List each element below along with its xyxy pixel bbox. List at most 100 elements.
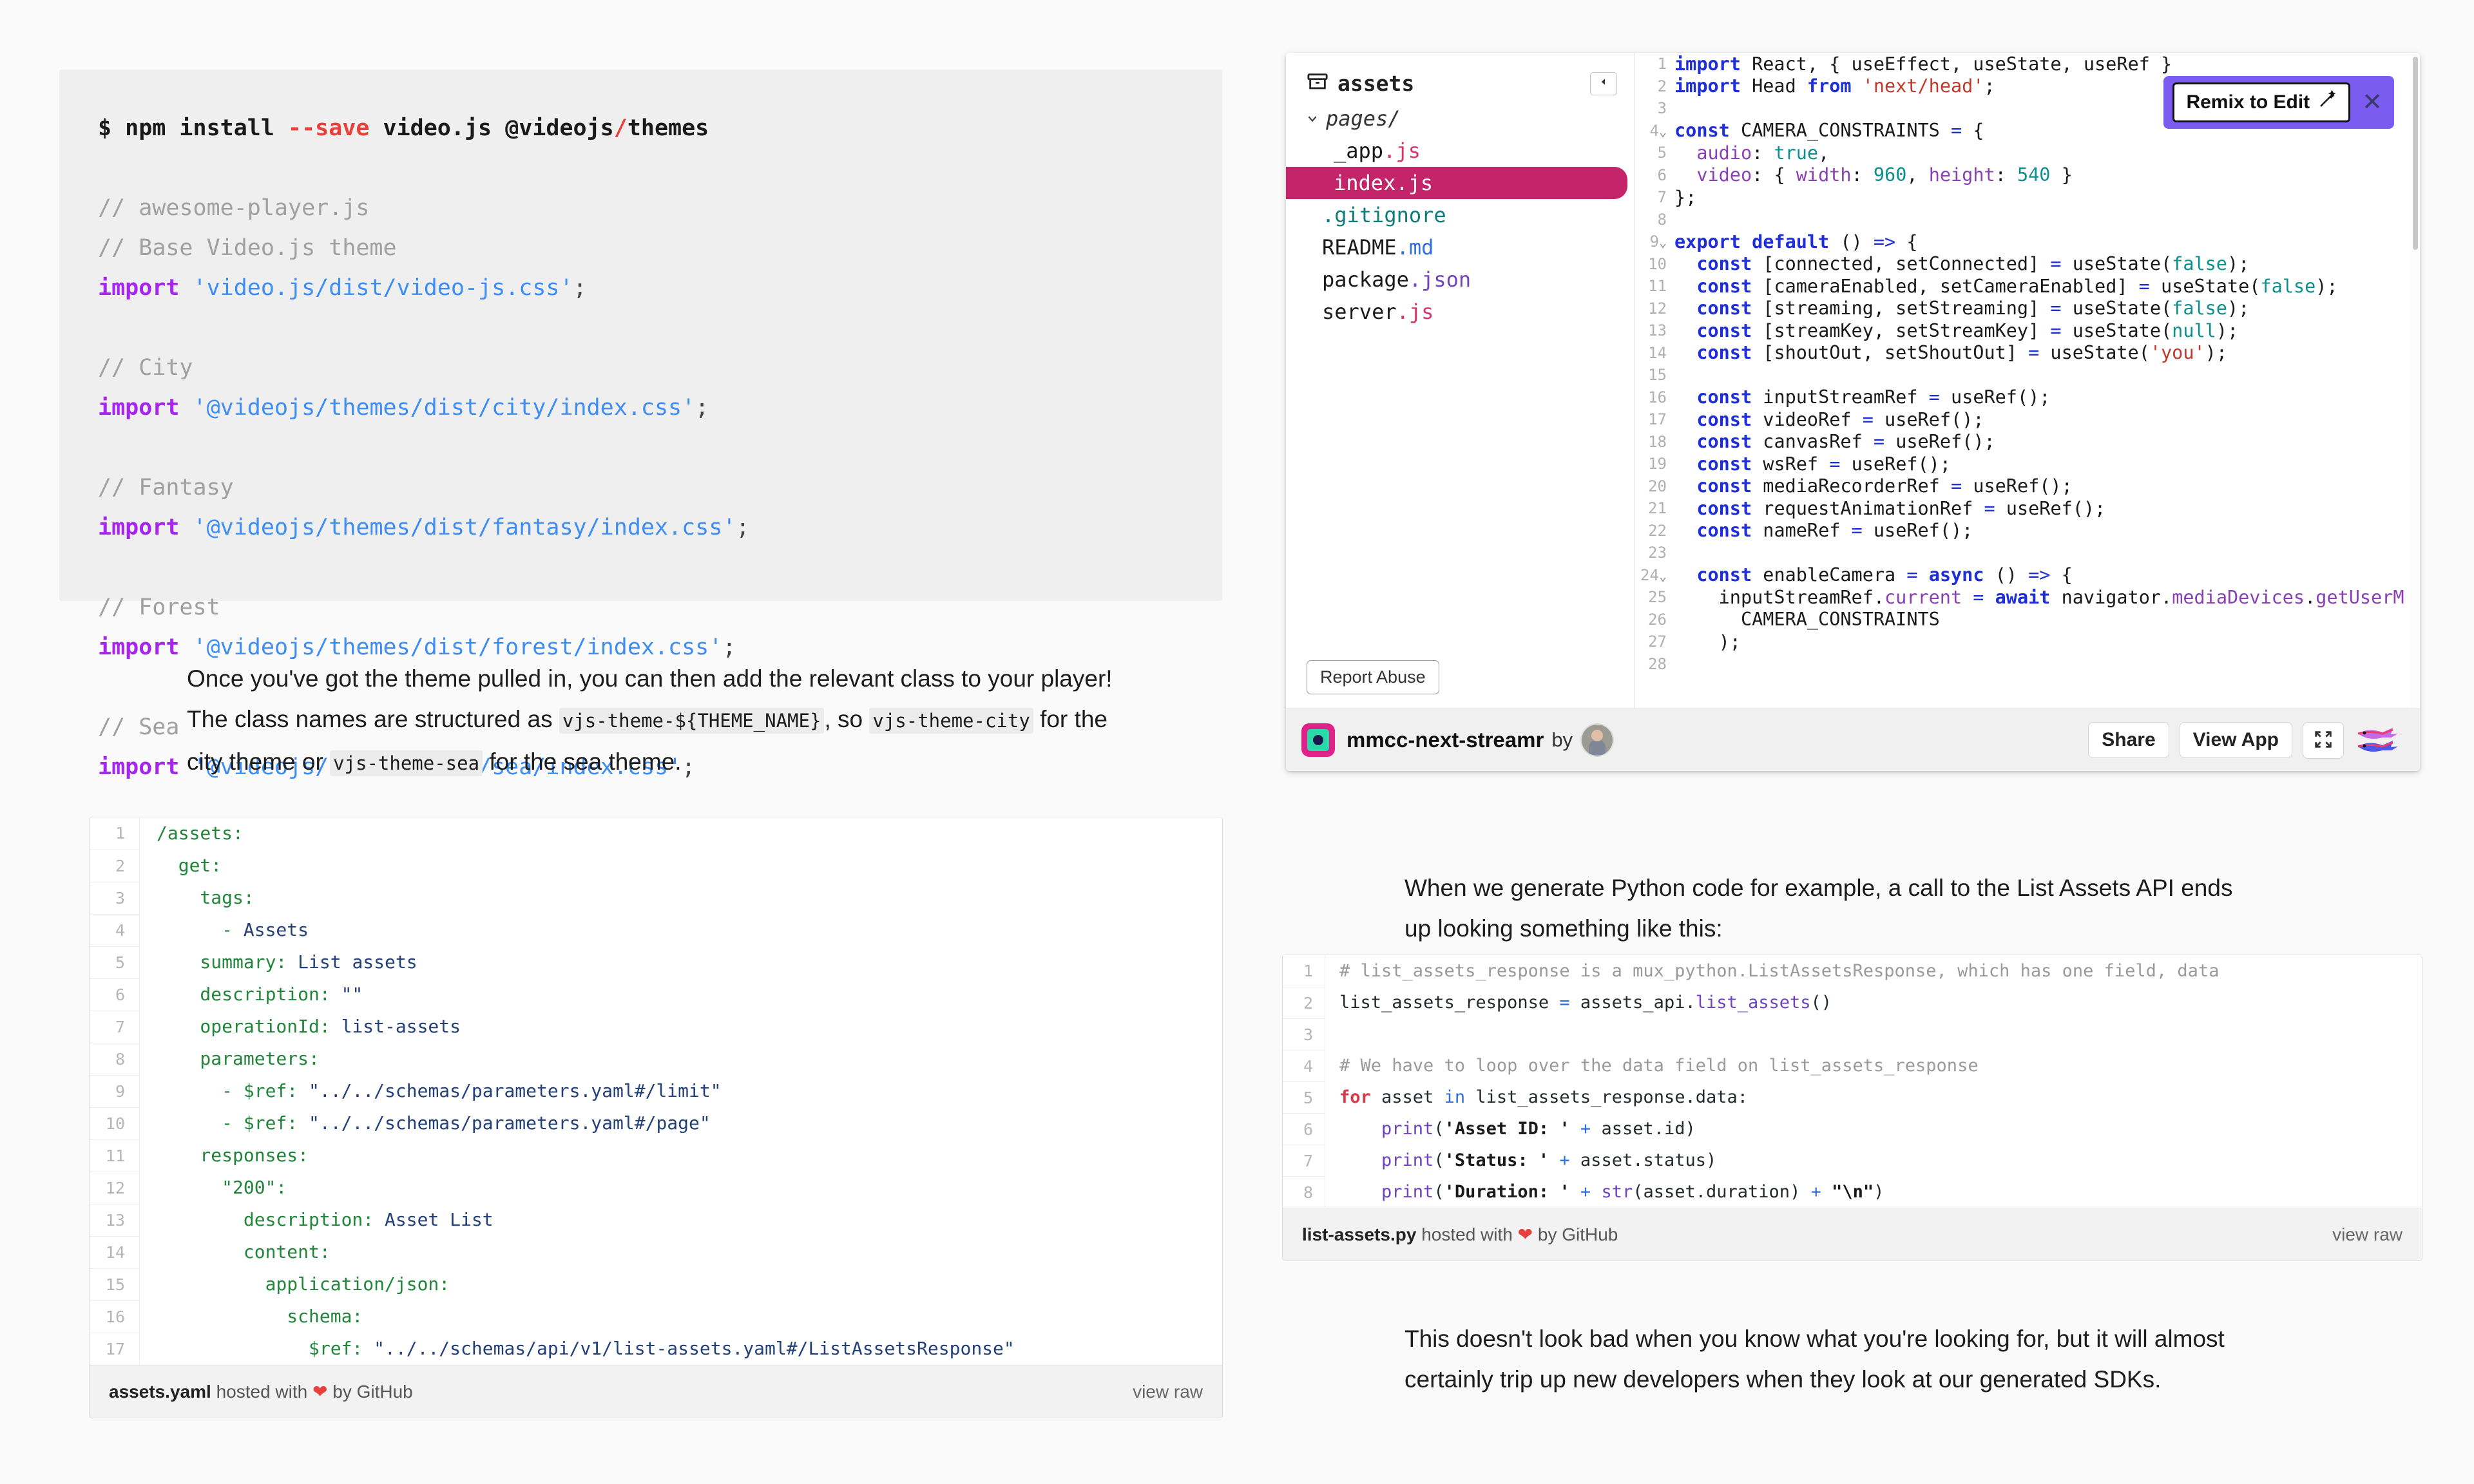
code-token: const (1696, 320, 1752, 341)
code-token: videoRef (1752, 409, 1863, 430)
code-token: 9 (1650, 233, 1659, 251)
fullscreen-button[interactable] (2303, 722, 2344, 759)
editor-scrollbar-thumb[interactable] (2413, 57, 2418, 250)
code-token: // Sea (98, 714, 179, 740)
inline-code: vjs-theme-${THEME_NAME} (559, 708, 825, 734)
code-token: ( (1434, 1182, 1444, 1202)
code-text: $ref: "../../schemas/api/v1/list-assets.… (140, 1333, 1015, 1365)
npm-code-line: // Forest (98, 587, 1222, 627)
code-text: import React, { useEffect, useState, use… (1674, 53, 2172, 75)
code-token: useRef(); (1863, 520, 1973, 541)
folder-label: pages/ (1326, 106, 1401, 131)
close-icon[interactable]: ✕ (2362, 90, 2385, 115)
line-number: 20 (1635, 477, 1674, 495)
code-token: parameters: (157, 1048, 320, 1069)
line-number: 2 (1283, 987, 1325, 1018)
view-app-button[interactable]: View App (2180, 722, 2292, 758)
code-token: = (1984, 498, 1995, 519)
editor-scrollbar[interactable] (2411, 53, 2420, 709)
editor-code-row: 6 video: { width: 960, height: 540 } (1635, 164, 2420, 187)
file-item-package[interactable]: package.json (1286, 263, 1627, 296)
avatar[interactable] (1580, 723, 1614, 757)
python-gist-filename[interactable]: list-assets.py (1302, 1224, 1416, 1244)
code-token (1674, 142, 1696, 164)
code-token: 'video.js/dist/video-js.css' (193, 275, 573, 301)
code-token: list_assets (1696, 993, 1811, 1013)
code-token: nameRef (1752, 520, 1851, 541)
glitch-code-editor[interactable]: 1import React, { useEffect, useState, us… (1635, 53, 2420, 709)
code-token: list_assets_response.data: (1465, 1087, 1748, 1107)
code-token (1591, 1182, 1601, 1202)
code-token: List assets (287, 951, 417, 973)
code-token: import (98, 515, 179, 540)
report-abuse-button[interactable]: Report Abuse (1307, 660, 1439, 694)
code-token: = (1863, 409, 1874, 430)
line-number: 23 (1635, 544, 1674, 562)
code-token (1674, 453, 1696, 475)
fold-toggle-icon[interactable]: ⌄ (1659, 568, 1667, 584)
file-item-server[interactable]: server.js (1286, 296, 1627, 328)
code-text: inputStreamRef.current = await navigator… (1674, 587, 2404, 608)
glitch-file-panel-header: assets (1286, 53, 1634, 96)
glitch-project-name[interactable]: mmcc-next-streamr (1347, 728, 1544, 752)
code-token: height (1929, 164, 1995, 186)
code-row: 7 operationId: list-assets (90, 1011, 1222, 1043)
code-text: # list_assets_response is a mux_python.L… (1325, 955, 2219, 987)
python-gist-credit: list-assets.py hosted with ❤ by GitHub (1302, 1224, 1618, 1245)
folder-pages[interactable]: pages/ (1286, 102, 1634, 135)
code-token: 12 (1648, 300, 1667, 318)
code-token: ( (1434, 1119, 1444, 1139)
line-number: 15 (90, 1268, 140, 1300)
file-item-readme[interactable]: README.md (1286, 231, 1627, 263)
code-token: // Fantasy (98, 475, 234, 500)
glitch-fish-logo-icon[interactable] (2354, 726, 2402, 754)
yaml-view-raw-link[interactable]: view raw (1133, 1382, 1203, 1402)
code-token: const (1696, 386, 1752, 408)
code-token (1918, 564, 1929, 585)
remix-to-edit-button[interactable]: Remix to Edit (2172, 82, 2350, 122)
python-view-raw-link[interactable]: view raw (2332, 1224, 2402, 1245)
code-token (1570, 1182, 1580, 1202)
collapse-panel-button[interactable] (1590, 72, 1617, 95)
code-text: - $ref: "../../schemas/parameters.yaml#/… (140, 1075, 722, 1107)
code-token: 'you' (2150, 342, 2205, 363)
code-text: "200": (140, 1172, 287, 1204)
code-token (179, 634, 193, 660)
code-token: } (2050, 164, 2072, 186)
file-item-gitignore[interactable]: .gitignore (1286, 199, 1627, 231)
code-row: 17 $ref: "../../schemas/api/v1/list-asse… (90, 1333, 1222, 1365)
line-number: 9 (90, 1075, 140, 1107)
file-item-app[interactable]: _app.js (1286, 135, 1627, 167)
fold-toggle-icon[interactable]: ⌄ (1659, 234, 1667, 250)
code-token: = (1852, 520, 1863, 541)
code-token (1570, 1119, 1580, 1139)
npm-code-line: import '@videojs/themes/dist/city/index.… (98, 388, 1222, 428)
code-text: # We have to loop over the data field on… (1325, 1050, 1979, 1081)
editor-code-row: 22 const nameRef = useRef(); (1635, 520, 2420, 542)
line-number: 16 (1635, 388, 1674, 406)
yaml-gist-filename[interactable]: assets.yaml (109, 1382, 211, 1402)
code-token: Head (1741, 75, 1807, 97)
share-button[interactable]: Share (2088, 722, 2169, 758)
code-token: application/json: (157, 1273, 450, 1295)
code-text: video: { width: 960, height: 540 } (1674, 164, 2073, 186)
inline-code: vjs-theme-city (869, 708, 1033, 734)
code-token: import (98, 754, 179, 780)
code-token: [streaming, setStreaming] (1752, 298, 2050, 319)
npm-code-line: // Base Video.js theme (98, 228, 1222, 268)
line-number: 8 (1283, 1176, 1325, 1208)
code-token: => (2028, 564, 2050, 585)
code-row: 4 - Assets (90, 914, 1222, 946)
file-item-index[interactable]: index.js (1286, 167, 1627, 199)
editor-code-row: 14 const [shoutOut, setShoutOut] = useSt… (1635, 342, 2420, 365)
fold-toggle-icon[interactable]: ⌄ (1659, 124, 1667, 139)
code-token: 4 (1650, 122, 1659, 140)
code-token: "200": (157, 1177, 287, 1198)
line-number: 24⌄ (1635, 566, 1674, 584)
glitch-project-row: assets (1307, 71, 1414, 96)
file-extension: .js (1397, 300, 1434, 324)
code-token: const (1696, 431, 1752, 452)
code-token: useState( (2062, 298, 2172, 319)
code-token: : (1852, 164, 1874, 186)
line-number: 7 (1635, 188, 1674, 206)
